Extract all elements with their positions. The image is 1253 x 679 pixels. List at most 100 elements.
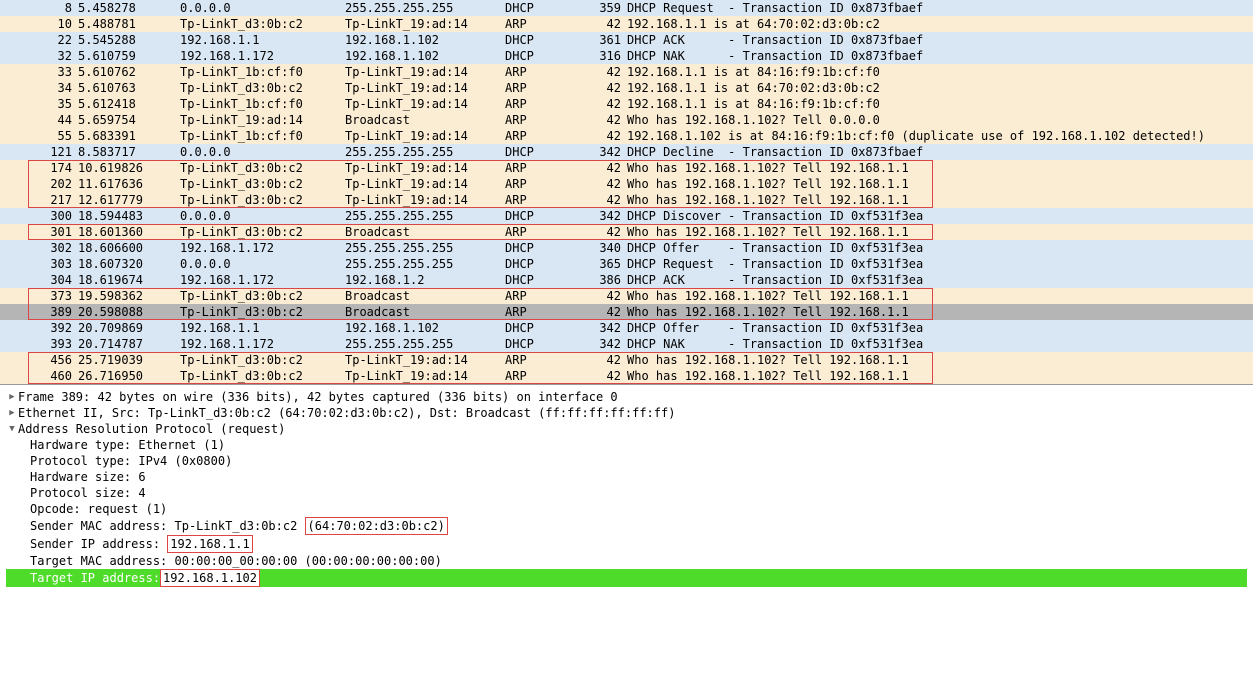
field-opcode[interactable]: Opcode: request (1) (6, 501, 1247, 517)
field-protocol-size[interactable]: Protocol size: 4 (6, 485, 1247, 501)
packet-row[interactable]: 325.610759192.168.1.172192.168.1.102DHCP… (0, 48, 1253, 64)
packet-row[interactable]: 21712.617779Tp-LinkT_d3:0b:c2Tp-LinkT_19… (0, 192, 1253, 208)
field-sender-mac[interactable]: Sender MAC address: Tp-LinkT_d3:0b:c2 (6… (6, 517, 1247, 535)
tree-item-arp[interactable]: ▼Address Resolution Protocol (request) (6, 421, 1247, 437)
col-dst: Tp-LinkT_19:ad:14 (345, 64, 505, 80)
col-dst: Tp-LinkT_19:ad:14 (345, 80, 505, 96)
col-time: 25.719039 (78, 352, 180, 368)
col-src: Tp-LinkT_d3:0b:c2 (180, 16, 345, 32)
col-time: 26.716950 (78, 368, 180, 384)
field-hardware-type[interactable]: Hardware type: Ethernet (1) (6, 437, 1247, 453)
col-proto: ARP (505, 192, 585, 208)
col-proto: ARP (505, 304, 585, 320)
col-src: 0.0.0.0 (180, 0, 345, 16)
packet-row[interactable]: 30018.5944830.0.0.0255.255.255.255DHCP34… (0, 208, 1253, 224)
arp-header: Address Resolution Protocol (request) (18, 421, 285, 437)
packet-row[interactable]: 39320.714787192.168.1.172255.255.255.255… (0, 336, 1253, 352)
col-src: 0.0.0.0 (180, 256, 345, 272)
col-src: Tp-LinkT_d3:0b:c2 (180, 304, 345, 320)
tree-item-ethernet[interactable]: ▶Ethernet II, Src: Tp-LinkT_d3:0b:c2 (64… (6, 405, 1247, 421)
col-proto: DHCP (505, 320, 585, 336)
frame-summary: Frame 389: 42 bytes on wire (336 bits), … (18, 389, 618, 405)
field-hardware-size[interactable]: Hardware size: 6 (6, 469, 1247, 485)
col-no: 456 (0, 352, 78, 368)
col-len: 342 (585, 320, 627, 336)
col-len: 42 (585, 352, 627, 368)
col-time: 20.709869 (78, 320, 180, 336)
packet-row[interactable]: 225.545288192.168.1.1192.168.1.102DHCP36… (0, 32, 1253, 48)
col-dst: Broadcast (345, 304, 505, 320)
col-time: 8.583717 (78, 144, 180, 160)
col-dst: 192.168.1.102 (345, 320, 505, 336)
col-info: DHCP ACK - Transaction ID 0xf531f3ea (627, 272, 1253, 288)
col-info: DHCP Request - Transaction ID 0xf531f3ea (627, 256, 1253, 272)
col-dst: Tp-LinkT_19:ad:14 (345, 128, 505, 144)
tree-item-frame[interactable]: ▶Frame 389: 42 bytes on wire (336 bits),… (6, 389, 1247, 405)
packet-row[interactable]: 45625.719039Tp-LinkT_d3:0b:c2Tp-LinkT_19… (0, 352, 1253, 368)
col-len: 386 (585, 272, 627, 288)
col-dst: Broadcast (345, 112, 505, 128)
col-info: 192.168.1.1 is at 64:70:02:d3:0b:c2 (627, 80, 1253, 96)
expand-icon[interactable]: ▶ (6, 389, 18, 405)
field-sender-ip[interactable]: Sender IP address: 192.168.1.1 (6, 535, 1247, 553)
collapse-icon[interactable]: ▼ (6, 421, 18, 437)
col-len: 42 (585, 16, 627, 32)
col-proto: ARP (505, 80, 585, 96)
packet-list[interactable]: 85.4582780.0.0.0255.255.255.255DHCP359DH… (0, 0, 1253, 384)
col-dst: Tp-LinkT_19:ad:14 (345, 368, 505, 384)
col-dst: Tp-LinkT_19:ad:14 (345, 352, 505, 368)
col-proto: ARP (505, 64, 585, 80)
highlight-target-ip: 192.168.1.102 (160, 569, 260, 587)
col-dst: 255.255.255.255 (345, 240, 505, 256)
col-len: 42 (585, 160, 627, 176)
packet-details-pane[interactable]: ▶Frame 389: 42 bytes on wire (336 bits),… (0, 384, 1253, 591)
field-target-mac[interactable]: Target MAC address: 00:00:00_00:00:00 (0… (6, 553, 1247, 569)
col-info: Who has 192.168.1.102? Tell 192.168.1.1 (627, 224, 1253, 240)
col-src: Tp-LinkT_d3:0b:c2 (180, 288, 345, 304)
col-dst: Broadcast (345, 288, 505, 304)
packet-row[interactable]: 555.683391Tp-LinkT_1b:cf:f0Tp-LinkT_19:a… (0, 128, 1253, 144)
col-info: DHCP NAK - Transaction ID 0xf531f3ea (627, 336, 1253, 352)
col-no: 55 (0, 128, 78, 144)
col-dst: Tp-LinkT_19:ad:14 (345, 160, 505, 176)
field-protocol-type[interactable]: Protocol type: IPv4 (0x0800) (6, 453, 1247, 469)
col-proto: ARP (505, 288, 585, 304)
highlight-sender-mac: (64:70:02:d3:0b:c2) (305, 517, 448, 535)
col-proto: ARP (505, 160, 585, 176)
packet-row[interactable]: 355.612418Tp-LinkT_1b:cf:f0Tp-LinkT_19:a… (0, 96, 1253, 112)
col-proto: DHCP (505, 48, 585, 64)
col-no: 389 (0, 304, 78, 320)
col-info: DHCP NAK - Transaction ID 0x873fbaef (627, 48, 1253, 64)
col-dst: 255.255.255.255 (345, 144, 505, 160)
col-dst: 192.168.1.102 (345, 32, 505, 48)
packet-row[interactable]: 105.488781Tp-LinkT_d3:0b:c2Tp-LinkT_19:a… (0, 16, 1253, 32)
packet-row[interactable]: 30418.619674192.168.1.172192.168.1.2DHCP… (0, 272, 1253, 288)
col-len: 42 (585, 304, 627, 320)
col-src: 192.168.1.172 (180, 336, 345, 352)
field-target-ip-selected[interactable]: Target IP address: 192.168.1.102 (6, 569, 1247, 587)
packet-row[interactable]: 335.610762Tp-LinkT_1b:cf:f0Tp-LinkT_19:a… (0, 64, 1253, 80)
packet-row[interactable]: 30218.606600192.168.1.172255.255.255.255… (0, 240, 1253, 256)
packet-row[interactable]: 1218.5837170.0.0.0255.255.255.255DHCP342… (0, 144, 1253, 160)
packet-row[interactable]: 37319.598362Tp-LinkT_d3:0b:c2BroadcastAR… (0, 288, 1253, 304)
col-no: 10 (0, 16, 78, 32)
packet-row[interactable]: 46026.716950Tp-LinkT_d3:0b:c2Tp-LinkT_19… (0, 368, 1253, 384)
col-src: Tp-LinkT_1b:cf:f0 (180, 128, 345, 144)
packet-row[interactable]: 30118.601360Tp-LinkT_d3:0b:c2BroadcastAR… (0, 224, 1253, 240)
packet-row[interactable]: 38920.598088Tp-LinkT_d3:0b:c2BroadcastAR… (0, 304, 1253, 320)
packet-row[interactable]: 445.659754Tp-LinkT_19:ad:14BroadcastARP4… (0, 112, 1253, 128)
col-src: 192.168.1.1 (180, 32, 345, 48)
packet-row[interactable]: 20211.617636Tp-LinkT_d3:0b:c2Tp-LinkT_19… (0, 176, 1253, 192)
col-proto: DHCP (505, 0, 585, 16)
col-time: 18.619674 (78, 272, 180, 288)
expand-icon[interactable]: ▶ (6, 405, 18, 421)
col-src: Tp-LinkT_d3:0b:c2 (180, 160, 345, 176)
packet-row[interactable]: 345.610763Tp-LinkT_d3:0b:c2Tp-LinkT_19:a… (0, 80, 1253, 96)
packet-row[interactable]: 85.4582780.0.0.0255.255.255.255DHCP359DH… (0, 0, 1253, 16)
packet-row[interactable]: 17410.619826Tp-LinkT_d3:0b:c2Tp-LinkT_19… (0, 160, 1253, 176)
col-no: 35 (0, 96, 78, 112)
packet-row[interactable]: 39220.709869192.168.1.1192.168.1.102DHCP… (0, 320, 1253, 336)
col-dst: Tp-LinkT_19:ad:14 (345, 16, 505, 32)
ethernet-summary: Ethernet II, Src: Tp-LinkT_d3:0b:c2 (64:… (18, 405, 675, 421)
packet-row[interactable]: 30318.6073200.0.0.0255.255.255.255DHCP36… (0, 256, 1253, 272)
